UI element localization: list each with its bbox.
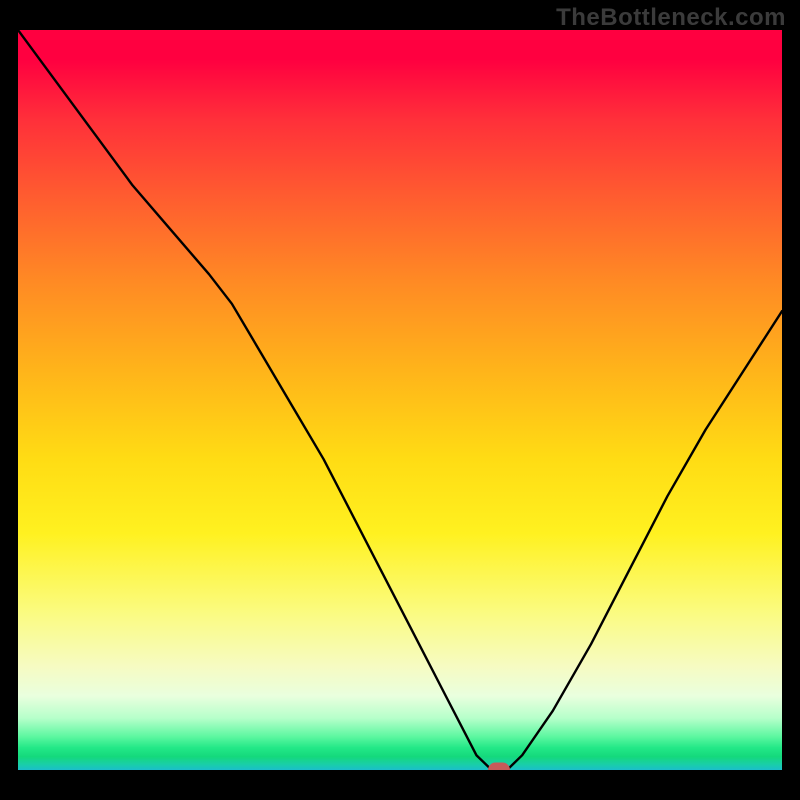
chart-frame: TheBottleneck.com (0, 0, 800, 800)
optimal-point-marker (488, 763, 510, 771)
watermark-text: TheBottleneck.com (556, 4, 786, 32)
bottleneck-curve (18, 30, 782, 770)
plot-area (18, 30, 782, 770)
